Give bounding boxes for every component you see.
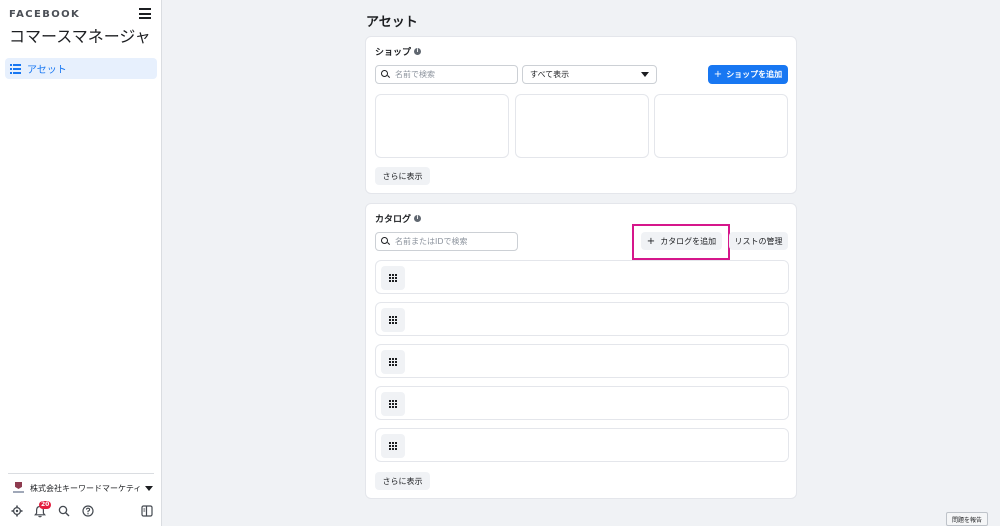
shop-placeholder-tile xyxy=(654,94,788,158)
shop-card: ショップ i すべて表示 + ショップを追加 さらに表示 xyxy=(365,36,797,194)
shop-placeholder-tile xyxy=(375,94,509,158)
catalog-thumbnail xyxy=(381,392,405,416)
redacted-content xyxy=(411,345,788,377)
catalog-thumbnail xyxy=(381,434,405,458)
catalog-row[interactable] xyxy=(375,344,789,378)
search-icon xyxy=(381,237,390,246)
divider xyxy=(8,473,154,474)
sidebar-footer: 20 xyxy=(10,501,155,519)
report-problem-button[interactable]: 問題を報告 xyxy=(946,512,988,526)
catalog-search-input[interactable] xyxy=(395,237,505,246)
shop-filter-select[interactable]: すべて表示 xyxy=(522,65,657,84)
shop-search-input[interactable] xyxy=(395,70,505,79)
catalog-row[interactable] xyxy=(375,260,789,294)
shop-card-title: ショップ i xyxy=(375,45,422,58)
info-icon[interactable]: i xyxy=(414,215,422,222)
sidebar-item-assets[interactable]: アセット xyxy=(5,58,157,79)
catalog-thumbnail xyxy=(381,266,405,290)
catalog-row[interactable] xyxy=(375,302,789,336)
search-icon[interactable] xyxy=(57,505,70,518)
search-icon xyxy=(381,70,390,79)
add-shop-button[interactable]: + ショップを追加 xyxy=(708,65,788,84)
redacted-content xyxy=(411,387,788,419)
grid-icon xyxy=(389,400,397,408)
add-shop-label: ショップを追加 xyxy=(726,70,783,79)
grid-icon xyxy=(389,316,397,324)
shop-search xyxy=(375,65,518,84)
redacted-content xyxy=(411,303,788,335)
facebook-brand: FACEBOOK xyxy=(9,9,81,20)
shop-show-more-button[interactable]: さらに表示 xyxy=(375,167,430,185)
catalog-row[interactable] xyxy=(375,386,789,420)
gear-icon[interactable] xyxy=(10,505,23,518)
business-selector[interactable]: 株式会社キーワードマーケティング xyxy=(13,482,153,494)
grid-icon xyxy=(389,274,397,282)
company-name: 株式会社キーワードマーケティング xyxy=(30,483,142,493)
list-icon xyxy=(10,64,21,74)
catalog-search xyxy=(375,232,518,251)
info-icon[interactable]: i xyxy=(414,48,422,55)
add-catalog-label: カタログを追加 xyxy=(660,236,717,246)
shop-title-text: ショップ xyxy=(375,48,412,58)
redacted-content xyxy=(411,429,788,461)
grid-icon xyxy=(389,442,397,450)
sidebar-toggle-icon[interactable] xyxy=(140,505,153,518)
catalog-card: カタログ i + カタログを追加 リストの管理 さらに表示 xyxy=(365,203,797,499)
shop-placeholder-tile xyxy=(515,94,649,158)
sidebar-item-label: アセット xyxy=(27,65,67,76)
company-logo xyxy=(13,482,24,494)
redacted-content xyxy=(411,261,788,293)
page-title: アセット xyxy=(366,15,418,30)
catalog-title-text: カタログ xyxy=(375,215,412,225)
help-icon[interactable] xyxy=(81,505,94,518)
catalog-thumbnail xyxy=(381,350,405,374)
plus-icon: + xyxy=(646,235,656,247)
catalog-thumbnail xyxy=(381,308,405,332)
catalog-show-more-button[interactable]: さらに表示 xyxy=(375,472,430,490)
plus-icon: + xyxy=(713,69,723,80)
shop-filter-value: すべて表示 xyxy=(530,70,570,79)
sidebar: FACEBOOK コマースマネージャ アセット 株式会社キーワードマーケティング… xyxy=(0,0,162,526)
chevron-down-icon xyxy=(145,485,153,491)
catalog-row[interactable] xyxy=(375,428,789,462)
menu-icon[interactable] xyxy=(139,8,151,19)
add-catalog-button[interactable]: + カタログを追加 xyxy=(641,232,722,250)
app-title: コマースマネージャ xyxy=(9,27,151,46)
chevron-down-icon xyxy=(641,72,649,77)
notification-badge: 20 xyxy=(39,501,52,509)
grid-icon xyxy=(389,358,397,366)
catalog-card-title: カタログ i xyxy=(375,212,422,225)
manage-list-button[interactable]: リストの管理 xyxy=(729,232,788,250)
